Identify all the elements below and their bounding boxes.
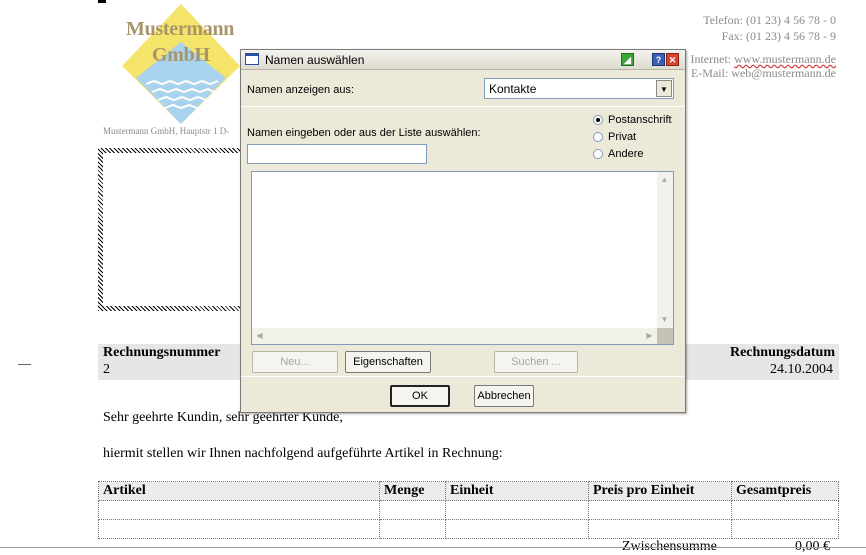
radio-button[interactable] bbox=[593, 149, 603, 160]
intro-text: hiermit stellen wir Ihnen nachfolgend au… bbox=[103, 446, 503, 461]
chevron-down-icon[interactable]: ▼ bbox=[656, 80, 672, 97]
ok-button[interactable]: OK bbox=[390, 385, 450, 407]
new-button[interactable]: Neu... bbox=[252, 351, 338, 373]
invoice-date-value: 24.10.2004 bbox=[770, 362, 833, 377]
invoice-number-label: Rechnungsnummer bbox=[103, 345, 221, 360]
table-row bbox=[98, 500, 839, 520]
scroll-up-icon[interactable]: ▲ bbox=[657, 172, 672, 187]
col-gesamtpreis: Gesamtpreis bbox=[731, 481, 839, 501]
horizontal-scrollbar[interactable]: ◀ ▶ bbox=[252, 328, 657, 344]
enter-name-label: Namen eingeben oder aus der Liste auswäh… bbox=[247, 127, 481, 139]
fax-text: Fax: (01 23) 4 56 78 - 9 bbox=[721, 29, 836, 43]
select-names-dialog: Namen auswählen ◢ ? ✕ Namen anzeigen aus… bbox=[240, 49, 686, 413]
restore-icon[interactable]: ◢ bbox=[621, 53, 634, 66]
window-icon bbox=[245, 53, 259, 65]
show-names-from-label: Namen anzeigen aus: bbox=[247, 84, 355, 96]
address-book-select[interactable]: Kontakte ▼ bbox=[484, 78, 674, 99]
table-row bbox=[98, 519, 839, 539]
radio-label: Privat bbox=[608, 131, 637, 143]
radio-button[interactable] bbox=[593, 132, 603, 143]
divider bbox=[241, 106, 685, 107]
cancel-button[interactable]: Abbrechen bbox=[474, 385, 534, 407]
items-table-header: Artikel Menge Einheit Preis pro Einheit … bbox=[98, 481, 839, 501]
page-bottom-line bbox=[0, 547, 866, 548]
scroll-left-icon[interactable]: ◀ bbox=[252, 328, 267, 343]
divider bbox=[241, 376, 685, 377]
scroll-right-icon[interactable]: ▶ bbox=[642, 328, 657, 343]
names-listbox[interactable]: ▲ ▼ ◀ ▶ bbox=[251, 171, 674, 345]
col-artikel: Artikel bbox=[98, 481, 380, 501]
internet-line: Internet: www.mustermann.de bbox=[690, 52, 836, 67]
dialog-titlebar[interactable]: Namen auswählen ◢ ? ✕ bbox=[241, 50, 685, 70]
dialog-title: Namen auswählen bbox=[265, 53, 365, 67]
properties-button[interactable]: Eigenschaften bbox=[345, 351, 431, 373]
vertical-scrollbar[interactable]: ▲ ▼ bbox=[657, 172, 673, 344]
name-input[interactable] bbox=[247, 144, 427, 164]
scroll-down-icon[interactable]: ▼ bbox=[657, 312, 672, 327]
page-mark bbox=[98, 0, 106, 3]
logo-text-line1: Mustermann bbox=[126, 18, 235, 40]
invoice-number-value: 2 bbox=[103, 362, 110, 377]
internet-label: Internet: bbox=[690, 52, 732, 66]
col-einheit: Einheit bbox=[445, 481, 589, 501]
invoice-date-label: Rechnungsdatum bbox=[729, 345, 835, 360]
logo-text-line2: GmbH bbox=[152, 44, 210, 66]
radio-label: Postanschrift bbox=[608, 114, 672, 126]
email-text: E-Mail: web@mustermann.de bbox=[690, 66, 836, 80]
col-preis: Preis pro Einheit bbox=[588, 481, 732, 501]
address-book-value: Kontakte bbox=[489, 82, 537, 96]
close-icon[interactable]: ✕ bbox=[666, 53, 679, 66]
margin-mark bbox=[18, 364, 31, 365]
col-menge: Menge bbox=[379, 481, 446, 501]
radio-postanschrift[interactable]: Postanschrift bbox=[593, 114, 672, 126]
find-button[interactable]: Suchen ... bbox=[494, 351, 578, 373]
phone-text: Telefon: (01 23) 4 56 78 - 0 bbox=[703, 13, 836, 27]
address-box bbox=[98, 148, 248, 311]
help-icon[interactable]: ? bbox=[652, 53, 665, 66]
radio-privat[interactable]: Privat bbox=[593, 131, 636, 143]
internet-url: www.mustermann.de bbox=[734, 52, 836, 66]
items-table: Artikel Menge Einheit Preis pro Einheit … bbox=[98, 481, 839, 539]
company-logo: Mustermann GmbH bbox=[122, 4, 240, 124]
radio-label: Andere bbox=[608, 148, 644, 160]
radio-andere[interactable]: Andere bbox=[593, 148, 643, 160]
scroll-corner bbox=[657, 328, 673, 344]
radio-button-selected[interactable] bbox=[593, 115, 603, 126]
sender-line: Mustermann GmbH, Hauptstr 1 D- bbox=[103, 126, 230, 136]
